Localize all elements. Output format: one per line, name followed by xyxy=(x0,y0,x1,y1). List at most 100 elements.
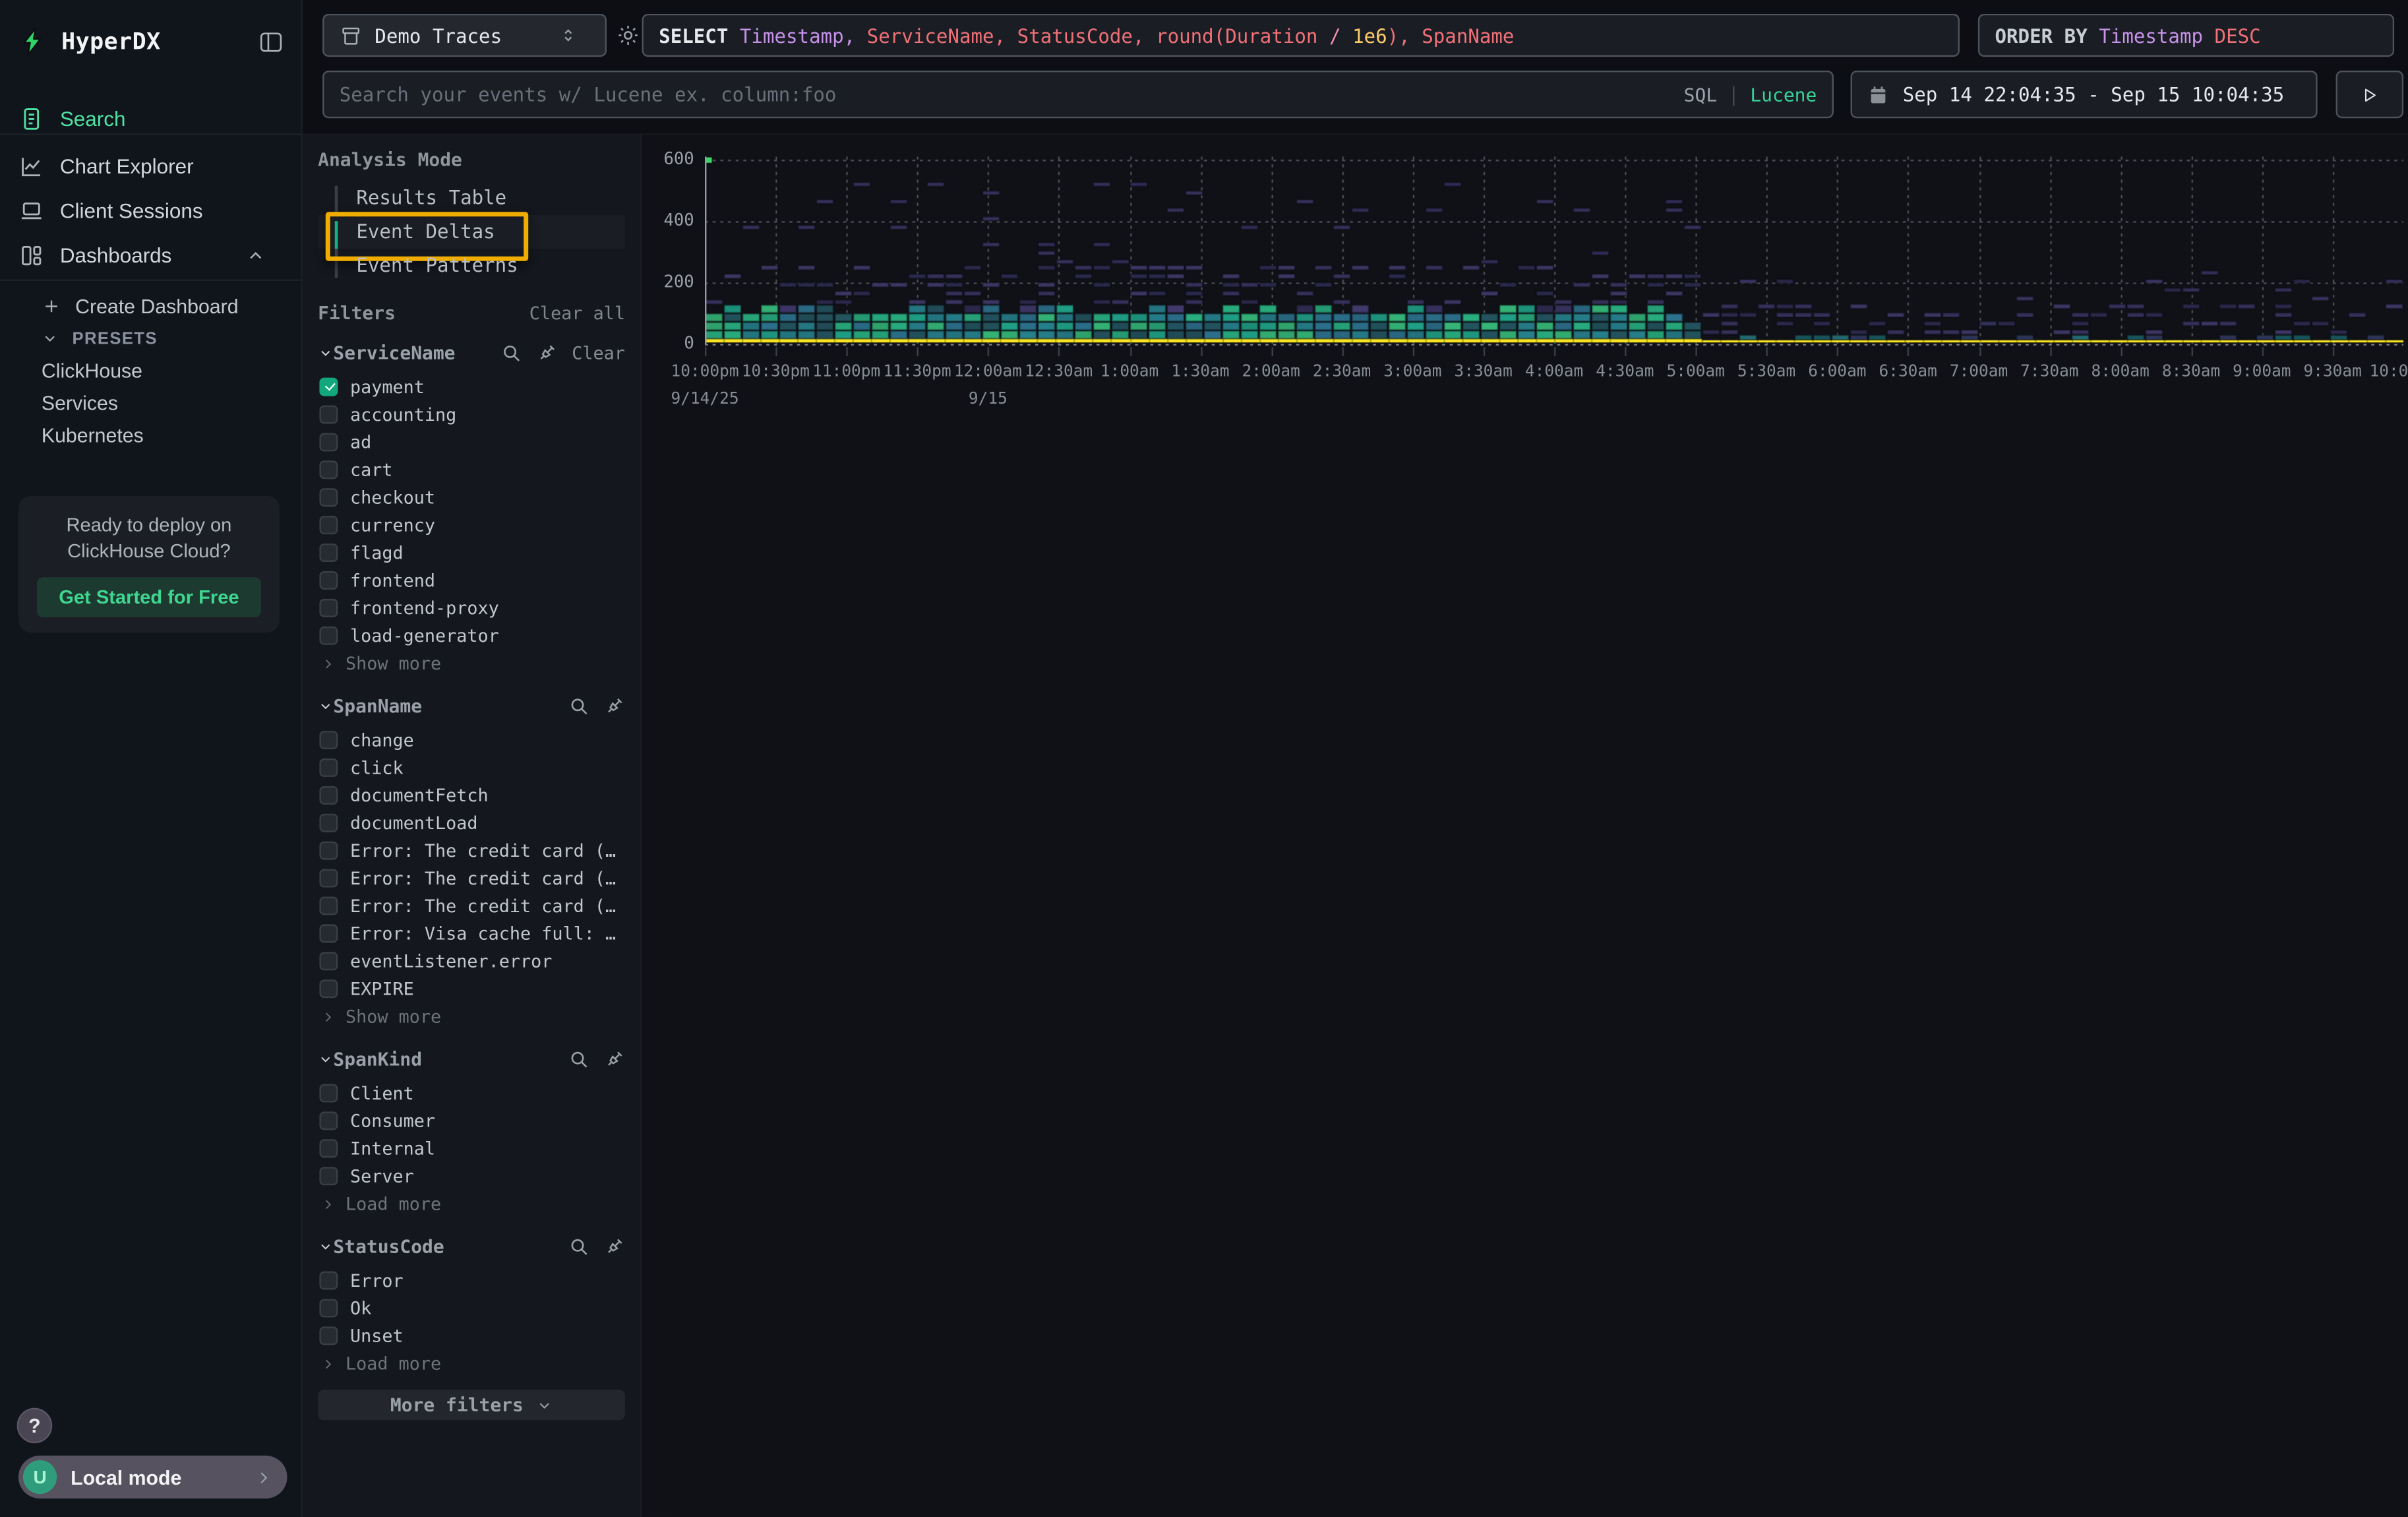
checkbox[interactable] xyxy=(319,571,338,590)
facet-option-expire[interactable]: EXPIRE xyxy=(318,975,625,1003)
get-started-button[interactable]: Get Started for Free xyxy=(38,576,261,617)
pin-icon[interactable] xyxy=(537,342,558,364)
facet-option-change[interactable]: change xyxy=(318,726,625,754)
facet-option-cart[interactable]: cart xyxy=(318,456,625,483)
facet-option-server[interactable]: Server xyxy=(318,1162,625,1190)
sidebar-group-presets[interactable]: PRESETS xyxy=(0,323,303,355)
user-mode-button[interactable]: U Local mode xyxy=(18,1456,287,1499)
source-select[interactable]: Demo Traces xyxy=(322,14,607,57)
checkbox[interactable] xyxy=(319,924,338,943)
checkbox[interactable] xyxy=(319,869,338,888)
facet-option-ad[interactable]: ad xyxy=(318,428,625,456)
facet-header-spanname[interactable]: SpanName xyxy=(318,693,625,720)
facet-header-spankind[interactable]: SpanKind xyxy=(318,1045,625,1073)
checkbox[interactable] xyxy=(319,406,338,424)
facet-show-more[interactable]: Show more xyxy=(318,1003,625,1030)
language-toggle-sql[interactable]: SQL xyxy=(1684,84,1718,106)
checkbox[interactable] xyxy=(319,488,338,507)
run-query-button[interactable] xyxy=(2336,71,2403,118)
facet-search-icon[interactable] xyxy=(501,342,523,364)
checkbox[interactable] xyxy=(319,758,338,777)
analysis-mode-event-patterns[interactable]: Event Patterns xyxy=(318,249,625,282)
facet-header-statuscode[interactable]: StatusCode xyxy=(318,1233,625,1260)
checkbox[interactable] xyxy=(319,842,338,860)
facet-option-flagd[interactable]: flagd xyxy=(318,539,625,567)
facet-option-consumer[interactable]: Consumer xyxy=(318,1107,625,1134)
checkbox[interactable] xyxy=(319,543,338,562)
checkbox[interactable] xyxy=(319,516,338,534)
facet-option-payment[interactable]: payment xyxy=(318,373,625,401)
analysis-mode-results-table[interactable]: Results Table xyxy=(318,181,625,215)
checkbox[interactable] xyxy=(319,1084,338,1102)
checkbox[interactable] xyxy=(319,599,338,617)
facet-option-label: EXPIRE xyxy=(350,978,414,1000)
language-toggle-lucene[interactable]: Lucene xyxy=(1750,84,1817,106)
sidebar-item-clickhouse[interactable]: ClickHouse xyxy=(0,355,303,387)
checkbox[interactable] xyxy=(319,460,338,479)
checkbox[interactable] xyxy=(319,1139,338,1158)
facet-option-error-visa-cache-full[interactable]: Error: Visa cache full: … xyxy=(318,919,625,947)
checkbox[interactable] xyxy=(319,1111,338,1130)
facet-clear-link[interactable]: Clear xyxy=(572,342,625,364)
facet-search-icon[interactable] xyxy=(568,1049,590,1070)
facet-option-error-the-credit-card[interactable]: Error: The credit card (… xyxy=(318,837,625,865)
facet-option-error-the-credit-card[interactable]: Error: The credit card (… xyxy=(318,865,625,892)
sql-query-input[interactable]: SELECT Timestamp, ServiceName, StatusCod… xyxy=(642,14,1960,57)
facet-option-error-the-credit-card[interactable]: Error: The credit card (… xyxy=(318,892,625,920)
checkbox[interactable] xyxy=(319,1299,338,1317)
sidebar-item-kubernetes[interactable]: Kubernetes xyxy=(0,419,303,452)
sidebar-collapse-icon[interactable] xyxy=(258,28,284,55)
sidebar-item-chart-explorer[interactable]: Chart Explorer xyxy=(0,144,303,189)
gear-icon[interactable] xyxy=(616,23,640,47)
facet-option-unset[interactable]: Unset xyxy=(318,1322,625,1349)
checkbox[interactable] xyxy=(319,731,338,749)
facet-header-servicename[interactable]: ServiceNameClear xyxy=(318,339,625,367)
checkbox[interactable] xyxy=(319,627,338,645)
checkbox[interactable] xyxy=(319,952,338,970)
date-range-picker[interactable]: Sep 14 22:04:35 - Sep 15 10:04:35 xyxy=(1851,71,2318,118)
checkbox[interactable] xyxy=(319,378,338,396)
facet-option-internal[interactable]: Internal xyxy=(318,1134,625,1162)
facet-load-more[interactable]: Load more xyxy=(318,1349,625,1377)
checkbox[interactable] xyxy=(319,1272,338,1290)
help-button[interactable]: ? xyxy=(17,1408,53,1444)
facet-option-click[interactable]: click xyxy=(318,754,625,782)
sidebar-item-client-sessions[interactable]: Client Sessions xyxy=(0,189,303,233)
facet-option-accounting[interactable]: accounting xyxy=(318,401,625,429)
sidebar-item-dashboards[interactable]: Dashboards xyxy=(0,233,303,278)
checkbox[interactable] xyxy=(319,1326,338,1345)
duration-heatmap-canvas[interactable] xyxy=(705,154,2403,356)
checkbox[interactable] xyxy=(319,433,338,451)
facet-option-documentfetch[interactable]: documentFetch xyxy=(318,782,625,809)
pin-icon[interactable] xyxy=(603,1049,625,1070)
facet-option-client[interactable]: Client xyxy=(318,1080,625,1107)
facet-option-frontend-proxy[interactable]: frontend-proxy xyxy=(318,594,625,622)
checkbox[interactable] xyxy=(319,979,338,998)
facet-option-ok[interactable]: Ok xyxy=(318,1294,625,1322)
facet-option-frontend[interactable]: frontend xyxy=(318,567,625,594)
sql-token: / xyxy=(1317,24,1352,47)
checkbox[interactable] xyxy=(319,896,338,915)
facet-option-currency[interactable]: currency xyxy=(318,511,625,539)
facet-option-load-generator[interactable]: load-generator xyxy=(318,622,625,650)
facet-search-icon[interactable] xyxy=(568,1236,590,1258)
facet-show-more[interactable]: Show more xyxy=(318,650,625,677)
order-by-input[interactable]: ORDER BY Timestamp DESC xyxy=(1978,14,2394,57)
facet-option-checkout[interactable]: checkout xyxy=(318,483,625,511)
facet-search-icon[interactable] xyxy=(568,696,590,718)
checkbox[interactable] xyxy=(319,1167,338,1185)
checkbox[interactable] xyxy=(319,786,338,805)
more-filters-button[interactable]: More filters xyxy=(318,1390,625,1421)
clear-all-link[interactable]: Clear all xyxy=(529,303,625,325)
sidebar-item-create-dashboard[interactable]: Create Dashboard xyxy=(0,290,303,323)
facet-option-documentload[interactable]: documentLoad xyxy=(318,809,625,837)
pin-icon[interactable] xyxy=(603,696,625,718)
facet-option-error[interactable]: Error xyxy=(318,1267,625,1295)
analysis-mode-event-deltas[interactable]: Event Deltas xyxy=(318,215,625,249)
sidebar-item-services[interactable]: Services xyxy=(0,387,303,419)
checkbox[interactable] xyxy=(319,814,338,832)
search-input[interactable]: Search your events w/ Lucene ex. column:… xyxy=(322,71,1834,118)
pin-icon[interactable] xyxy=(603,1236,625,1258)
facet-option-eventlistener-error[interactable]: eventListener.error xyxy=(318,947,625,975)
facet-load-more[interactable]: Load more xyxy=(318,1190,625,1218)
